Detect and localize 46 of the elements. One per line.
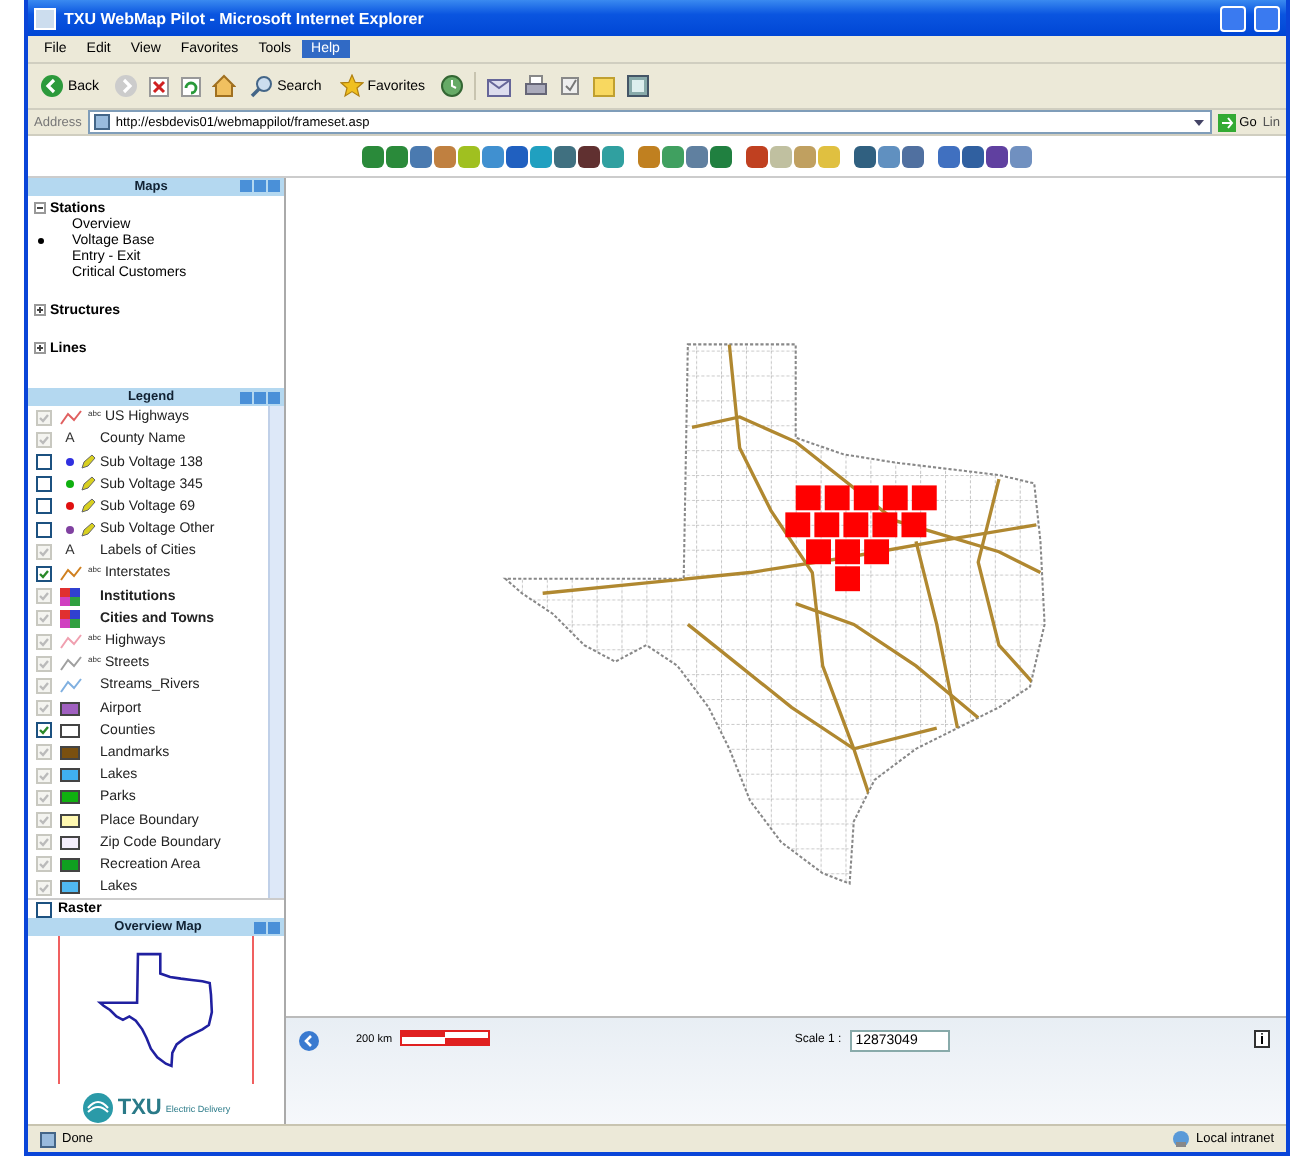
- home-icon[interactable]: [211, 74, 236, 98]
- map-tool-icon[interactable]: [710, 145, 732, 167]
- layer-checkbox[interactable]: [36, 498, 52, 515]
- raster-checkbox[interactable]: [36, 901, 52, 918]
- expander-icon[interactable]: [34, 304, 46, 317]
- expander-icon[interactable]: [34, 342, 46, 355]
- map-tool-icon[interactable]: [506, 145, 528, 167]
- folder-icon[interactable]: [591, 74, 616, 98]
- layer-group-icon: [60, 609, 80, 628]
- layer-checkbox[interactable]: [36, 521, 52, 538]
- history-icon[interactable]: [439, 74, 464, 98]
- logo-text: TXU: [117, 1096, 162, 1120]
- overview-map[interactable]: [58, 936, 254, 1084]
- map-tool-icon[interactable]: [746, 145, 768, 167]
- expander-icon[interactable]: [34, 202, 46, 215]
- printer-icon[interactable]: [523, 74, 548, 98]
- layer-checkbox[interactable]: [36, 565, 52, 582]
- star-icon: [339, 74, 364, 98]
- go-arrow-icon: [1217, 113, 1236, 131]
- map-tool-icon[interactable]: [962, 145, 984, 167]
- mail-icon[interactable]: [485, 74, 514, 98]
- pan-left-icon[interactable]: [298, 1030, 320, 1052]
- map-tool-icon[interactable]: [938, 145, 960, 167]
- scrollbar[interactable]: [268, 406, 284, 899]
- dropdown-arrow-icon[interactable]: [1191, 115, 1206, 129]
- minimize-button[interactable]: [1220, 5, 1246, 31]
- search-icon: [249, 74, 274, 98]
- restore-button[interactable]: [1254, 5, 1280, 31]
- map-tool-icon[interactable]: [554, 145, 576, 167]
- layer-checkbox[interactable]: [36, 454, 52, 470]
- map-tool-icon[interactable]: [902, 145, 924, 167]
- network-icon: [1171, 1130, 1190, 1148]
- layer-checkbox[interactable]: [36, 476, 52, 493]
- window-title: TXU WebMap Pilot - Microsoft Internet Explorer: [64, 9, 426, 27]
- stop-icon[interactable]: [147, 75, 170, 97]
- layer-group-icon: [60, 587, 80, 606]
- page-icon: [40, 1131, 56, 1147]
- browser-icon: [34, 7, 56, 29]
- layer-checkbox[interactable]: [36, 722, 52, 739]
- refresh-icon[interactable]: [179, 75, 202, 97]
- map-tool-icon[interactable]: [986, 145, 1008, 167]
- map-tool-icon[interactable]: [578, 145, 600, 167]
- info-icon[interactable]: [1254, 1030, 1270, 1048]
- map-tool-icon[interactable]: [854, 145, 876, 167]
- scale-bar-icon: [400, 1030, 491, 1046]
- page-icon: [93, 114, 110, 130]
